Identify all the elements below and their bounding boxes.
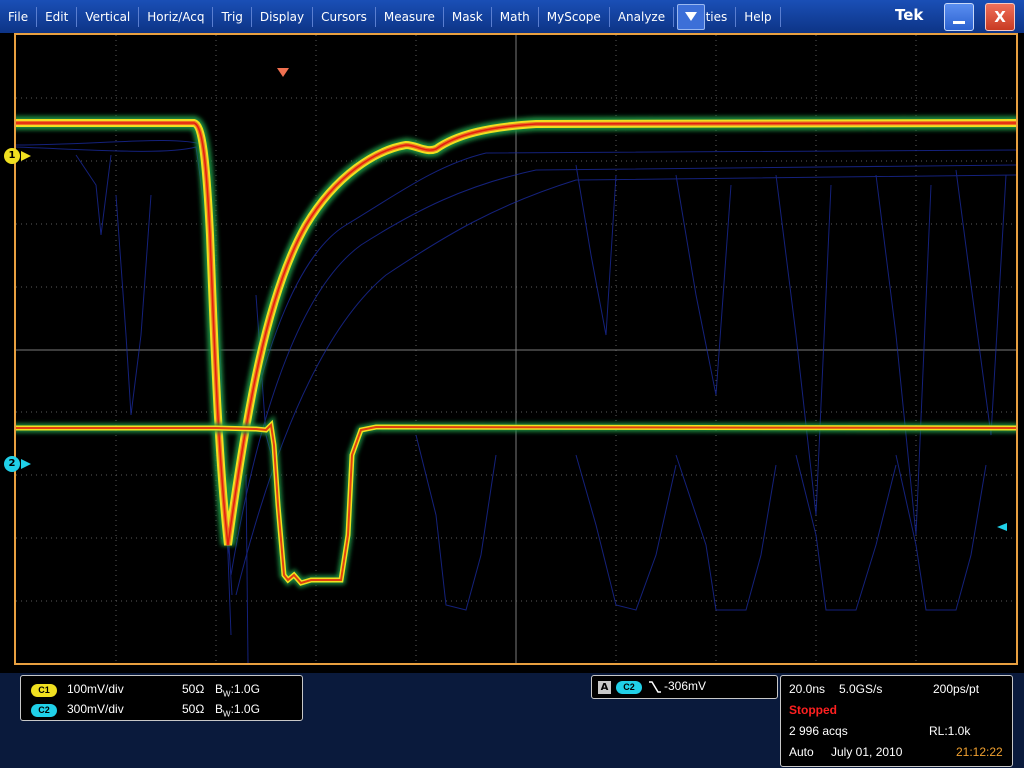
ch1-bandwidth: BW:1.0G bbox=[215, 682, 260, 698]
time-resolution: 200ps/pt bbox=[933, 682, 980, 696]
ch2-impedance: 50Ω bbox=[182, 702, 205, 716]
trigger-level-marker[interactable] bbox=[997, 523, 1007, 531]
waveform-display[interactable]: 1 2 bbox=[0, 33, 1024, 673]
menu-math[interactable]: Math bbox=[492, 6, 539, 27]
menu-bar: File Edit Vertical Horiz/Acq Trig Displa… bbox=[0, 0, 1024, 34]
waveform-graticule bbox=[16, 35, 1016, 663]
acquisition-count: 2 996 acqs bbox=[789, 724, 848, 738]
menu-edit[interactable]: Edit bbox=[37, 6, 78, 27]
trigger-level: -306mV bbox=[664, 679, 707, 693]
ch1-arrow-icon bbox=[21, 151, 31, 161]
vertical-readout[interactable]: C1 100mV/div 50Ω BW:1.0G C2 300mV/div 50… bbox=[20, 675, 303, 721]
bw-label: B bbox=[215, 682, 224, 696]
ch2-scale[interactable]: 300mV/div bbox=[67, 702, 124, 716]
horizontal-scale: 20.0ns bbox=[789, 682, 826, 696]
trigger-mode-letter: A bbox=[598, 681, 611, 694]
bw-value: :1.0G bbox=[230, 702, 260, 716]
trigger-readout[interactable]: A C2 -306mV bbox=[591, 675, 778, 699]
trigger-position-marker[interactable] bbox=[277, 68, 289, 77]
acquisition-state: Stopped bbox=[789, 703, 837, 717]
menu-horiz-acq[interactable]: Horiz/Acq bbox=[139, 6, 214, 27]
falling-edge-icon bbox=[649, 681, 661, 693]
readout-area: C1 100mV/div 50Ω BW:1.0G C2 300mV/div 50… bbox=[0, 673, 1024, 768]
menu-cursors[interactable]: Cursors bbox=[313, 6, 376, 27]
ch2-arrow-icon bbox=[21, 459, 31, 469]
menu-help[interactable]: Help bbox=[736, 6, 781, 27]
trigger-source-badge: C2 bbox=[616, 681, 642, 694]
menu-vertical[interactable]: Vertical bbox=[77, 6, 140, 27]
time-display: 21:12:22 bbox=[956, 745, 1003, 759]
bw-value: :1.0G bbox=[230, 682, 260, 696]
menu-file[interactable]: File bbox=[0, 6, 38, 27]
ch1-scale[interactable]: 100mV/div bbox=[67, 682, 124, 696]
bw-label: B bbox=[215, 702, 224, 716]
triangle-down-icon bbox=[685, 12, 697, 21]
ch2-ground-marker[interactable]: 2 bbox=[4, 456, 20, 472]
ch2-bandwidth: BW:1.0G bbox=[215, 702, 260, 718]
trigger-mode: Auto bbox=[789, 745, 814, 759]
horizontal-readout[interactable]: 20.0ns 5.0GS/s 200ps/pt Stopped 2 996 ac… bbox=[780, 675, 1013, 767]
sample-rate: 5.0GS/s bbox=[839, 682, 883, 696]
ch1-ground-marker[interactable]: 1 bbox=[4, 148, 20, 164]
menu-display[interactable]: Display bbox=[252, 6, 314, 27]
menu-analyze[interactable]: Analyze bbox=[610, 6, 675, 27]
ch1-impedance: 50Ω bbox=[182, 682, 205, 696]
toolbar-dropdown-button[interactable] bbox=[677, 4, 705, 30]
menu-myscope[interactable]: MyScope bbox=[539, 6, 610, 27]
bw-sub: W bbox=[223, 709, 231, 719]
ch2-badge[interactable]: C2 bbox=[31, 704, 57, 717]
main-menu: File Edit Vertical Horiz/Acq Trig Displa… bbox=[0, 0, 781, 33]
menu-measure[interactable]: Measure bbox=[376, 6, 444, 27]
close-button[interactable]: X bbox=[985, 3, 1015, 31]
minimize-icon bbox=[953, 21, 965, 24]
bw-sub: W bbox=[223, 689, 231, 699]
tek-logo: Tek bbox=[895, 6, 924, 24]
record-length: RL:1.0k bbox=[929, 724, 971, 738]
menu-trig[interactable]: Trig bbox=[213, 6, 252, 27]
date-display: July 01, 2010 bbox=[831, 745, 903, 759]
minimize-button[interactable] bbox=[944, 3, 974, 31]
ch1-badge[interactable]: C1 bbox=[31, 684, 57, 697]
menu-mask[interactable]: Mask bbox=[444, 6, 492, 27]
